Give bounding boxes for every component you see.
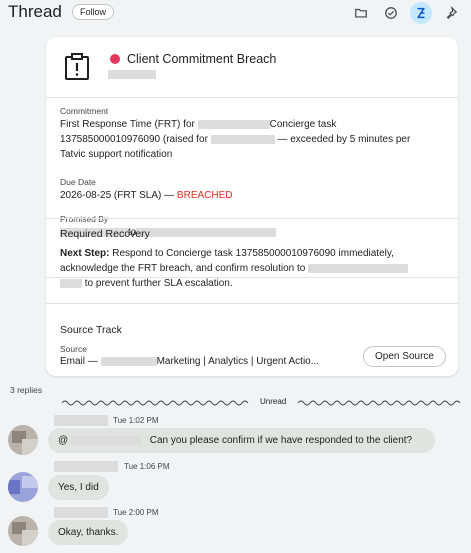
avatar[interactable] [8,425,38,455]
message-time: Tue 1:02 PM [113,416,159,425]
due-date-label: Due Date [60,177,96,187]
open-source-button[interactable]: Open Source [363,346,446,367]
check-circle-icon[interactable] [380,2,402,24]
commitment-line2b: — exceeded by 5 minutes per [277,134,411,145]
unread-wave-right [298,400,461,406]
message-bubble[interactable]: Yes, I did [48,475,109,500]
thread-header: Thread Follow [0,0,471,26]
message-time: Tue 1:06 PM [124,462,170,471]
recovery-line1: Respond to Concierge task 13758500001097… [112,248,394,259]
message-text: Yes, I did [58,482,99,493]
redacted-subtitle [108,70,156,79]
commitment-line2a: 137585000010976090 (raised for [60,134,208,145]
source-track-title: Source Track [60,324,122,336]
source-label: Source [60,344,87,354]
card-header: Client Commitment Breach [46,37,458,98]
source-prefix: Email — [60,356,98,367]
recovery-line2: acknowledge the FRT breach, and confirm … [60,263,306,274]
redacted-recipient [308,263,409,273]
replies-count: 3 replies [10,385,43,395]
folder-icon[interactable] [350,2,372,24]
source-suffix: Marketing | Analytics | Urgent Actio... [156,356,320,367]
follow-button[interactable]: Follow [72,4,115,20]
source-value: Email — Marketing | Analytics | Urgent A… [60,354,319,369]
redacted-source [100,356,157,366]
message-bubble[interactable]: Okay, thanks. [48,520,129,545]
redacted-requester [210,134,275,144]
commitment-line1b: Concierge task [269,119,337,130]
redacted-sender-name [54,507,108,518]
commitment-line1a: First Response Time (FRT) for [60,119,195,130]
mention-at: @ [58,435,69,446]
message-text: Can you please confirm if we have respon… [149,435,413,446]
card-title: Client Commitment Breach [127,52,277,66]
redacted-recipient-cont [60,278,82,288]
redacted-sender-name [54,415,108,426]
recovery-title: Required Recovery [60,228,150,240]
breach-status: BREACHED [176,190,233,201]
avatar[interactable] [8,516,38,546]
pin-icon[interactable] [440,2,462,24]
avatar[interactable] [8,472,38,502]
unread-divider: Unread [62,397,462,409]
due-date-value: 2026-08-25 (FRT SLA) — BREACHED [60,188,233,203]
thread-title: Thread [8,2,62,21]
redacted-mention [70,435,141,445]
status-dot [110,54,120,64]
summary-icon[interactable] [410,2,432,24]
alert-clipboard-icon [64,53,90,81]
message-bubble[interactable]: @ Can you please confirm if we have resp… [48,428,435,453]
redacted-sender-name [54,461,118,472]
recovery-line3: to prevent further SLA escalation. [84,278,233,289]
due-date-text: 2026-08-25 (FRT SLA) — [60,190,175,201]
unread-wave-left [62,400,249,406]
recovery-section: Required Recovery Next Step: Respond to … [46,218,458,304]
commitment-label: Commitment [60,106,109,116]
message-text: Okay, thanks. [58,527,119,538]
commitment-card: Client Commitment Breach Commitment Firs… [46,37,458,376]
redacted-client [197,119,270,129]
commitment-line3: Tatvic support notification [60,149,173,160]
message-time: Tue 2:00 PM [113,508,159,517]
unread-label: Unread [260,397,287,406]
commitment-text: First Response Time (FRT) for Concierge … [60,117,410,162]
next-step-label: Next Step: [60,248,110,259]
recovery-text: Next Step: Respond to Concierge task 137… [60,246,409,291]
